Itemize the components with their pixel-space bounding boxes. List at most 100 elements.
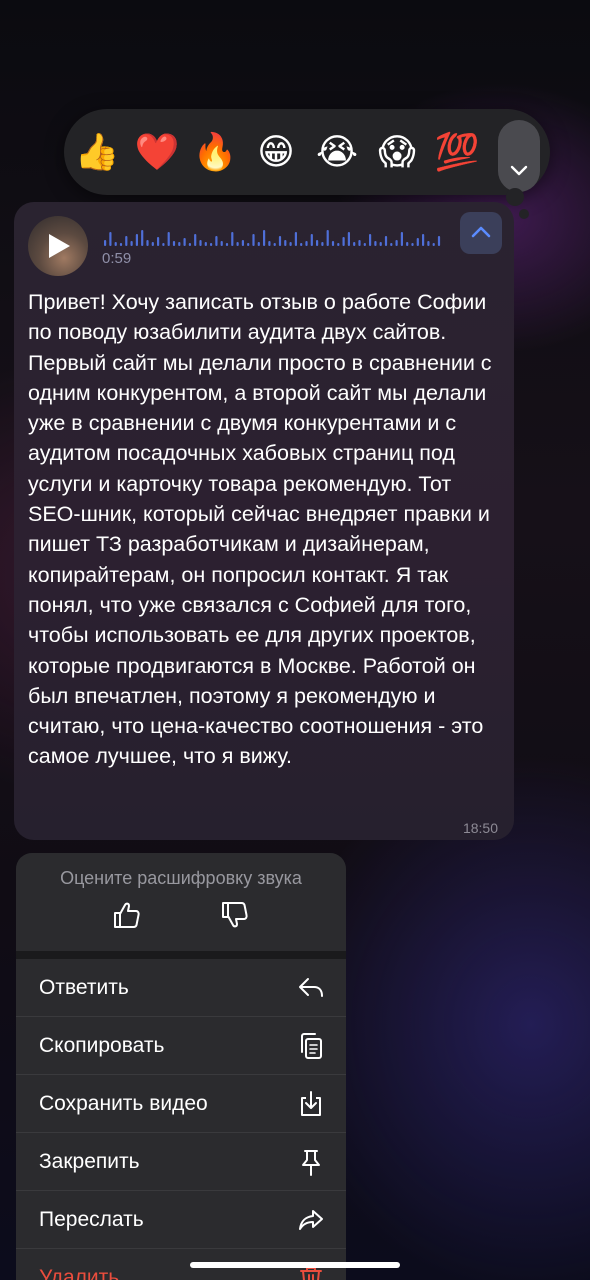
- waveform-bar: [125, 236, 128, 246]
- collapse-transcript-button[interactable]: [460, 212, 502, 254]
- waveform-bar: [337, 243, 340, 246]
- message-transcript: Привет! Хочу записать отзыв о работе Соф…: [28, 290, 492, 769]
- menu-separator: [16, 951, 346, 959]
- waveform-bar: [331, 241, 335, 246]
- waveform-bar: [188, 243, 191, 246]
- play-icon: [49, 234, 70, 258]
- expand-reactions-button[interactable]: [498, 120, 540, 192]
- waveform-bar: [422, 234, 425, 246]
- pin-icon: [302, 1150, 320, 1176]
- menu-item-save-video[interactable]: Сохранить видео: [16, 1075, 346, 1133]
- rate-transcription-section: Оцените расшифровку звука: [16, 853, 346, 951]
- home-indicator[interactable]: [190, 1262, 400, 1268]
- waveform-bar: [411, 243, 414, 246]
- waveform-bar: [151, 242, 154, 246]
- menu-item-label: Ответить: [39, 976, 129, 999]
- reaction-screaming-face[interactable]: 😱: [374, 130, 420, 176]
- video-thumbnail[interactable]: [28, 216, 88, 276]
- waveform-bar: [427, 241, 430, 246]
- waveform-bar: [183, 238, 186, 246]
- waveform-bar: [289, 242, 292, 246]
- waveform-bar: [225, 243, 229, 246]
- waveform-bar: [284, 240, 287, 246]
- waveform-bar: [400, 232, 403, 246]
- waveform-bar: [300, 243, 303, 246]
- waveform-bar: [263, 230, 266, 246]
- menu-item-copy[interactable]: Скопировать: [16, 1017, 346, 1075]
- waveform-bar: [432, 243, 435, 246]
- audio-waveform[interactable]: [104, 220, 444, 248]
- waveform-bar: [241, 240, 244, 246]
- waveform-bar: [294, 232, 297, 246]
- download-icon: [301, 1091, 321, 1116]
- waveform-bar: [326, 230, 329, 246]
- message-duration: 0:59: [102, 250, 132, 267]
- context-menu: Оцените расшифровку звука Ответить Скопи…: [16, 853, 346, 1280]
- waveform-bar: [278, 236, 282, 246]
- waveform-bar: [114, 242, 117, 246]
- waveform-bar: [310, 234, 313, 246]
- waveform-bar: [437, 236, 441, 246]
- menu-item-pin[interactable]: Закрепить: [16, 1133, 346, 1191]
- waveform-bar: [268, 241, 271, 246]
- copy-icon: [301, 1033, 322, 1059]
- waveform-bar: [194, 234, 197, 246]
- waveform-bar: [162, 243, 165, 246]
- rate-transcription-title: Оцените расшифровку звука: [60, 868, 302, 888]
- waveform-bar: [130, 241, 133, 246]
- reaction-picker: 👍 ❤️ 🔥 😁 😭 😱 💯: [64, 109, 550, 195]
- reaction-thumbs-up[interactable]: 👍: [74, 130, 120, 176]
- waveform-bar: [167, 232, 170, 246]
- waveform-bar: [146, 240, 149, 246]
- chevron-up-icon: [471, 226, 491, 238]
- waveform-bar: [119, 243, 123, 246]
- menu-item-label: Скопировать: [39, 1034, 165, 1057]
- waveform-bar: [374, 241, 377, 246]
- waveform-bar: [384, 236, 388, 246]
- waveform-bar: [390, 243, 393, 246]
- waveform-bar: [369, 234, 372, 246]
- reaction-picker-tail-small: [519, 209, 529, 219]
- reaction-red-heart[interactable]: ❤️: [134, 130, 180, 176]
- waveform-bar: [342, 237, 345, 246]
- waveform-bar: [347, 232, 350, 246]
- thumbs-down-icon[interactable]: [219, 899, 251, 931]
- thumbs-up-icon[interactable]: [111, 899, 143, 931]
- waveform-bar: [231, 232, 234, 246]
- waveform-bar: [316, 240, 319, 246]
- waveform-bar: [247, 243, 250, 246]
- waveform-bar: [353, 242, 356, 246]
- chevron-down-icon: [510, 165, 528, 176]
- menu-item-label: Удалить: [39, 1266, 120, 1280]
- waveform-bar: [252, 234, 255, 246]
- waveform-bar: [257, 242, 260, 246]
- waveform-bar: [363, 243, 366, 246]
- waveform-bar: [305, 241, 308, 246]
- menu-item-label: Закрепить: [39, 1150, 140, 1173]
- waveform-bar: [395, 240, 398, 246]
- waveform-bar: [204, 242, 207, 246]
- waveform-bar: [273, 243, 276, 246]
- video-message-bubble[interactable]: 0:59 Привет! Хочу записать отзыв о работ…: [14, 202, 514, 840]
- waveform-bar: [321, 242, 324, 246]
- reaction-grinning-face[interactable]: 😁: [253, 130, 299, 176]
- waveform-bar: [416, 238, 419, 246]
- menu-item-label: Переслать: [39, 1208, 144, 1231]
- menu-item-forward[interactable]: Переслать: [16, 1191, 346, 1249]
- waveform-bar: [135, 234, 138, 246]
- reaction-hundred-points[interactable]: 💯: [434, 130, 480, 176]
- waveform-bar: [141, 230, 144, 246]
- waveform-bar: [109, 232, 112, 246]
- waveform-bar: [406, 242, 409, 246]
- reaction-fire[interactable]: 🔥: [192, 130, 238, 176]
- waveform-bar: [220, 241, 223, 246]
- waveform-bar: [199, 240, 202, 246]
- waveform-bar: [215, 236, 218, 246]
- waveform-bar: [178, 242, 181, 246]
- waveform-bar: [358, 240, 361, 246]
- reaction-picker-tail: [506, 188, 524, 206]
- waveform-bar: [157, 237, 160, 246]
- reaction-crying-face[interactable]: 😭: [314, 130, 360, 176]
- menu-item-reply[interactable]: Ответить: [16, 959, 346, 1017]
- forward-icon: [299, 1210, 323, 1230]
